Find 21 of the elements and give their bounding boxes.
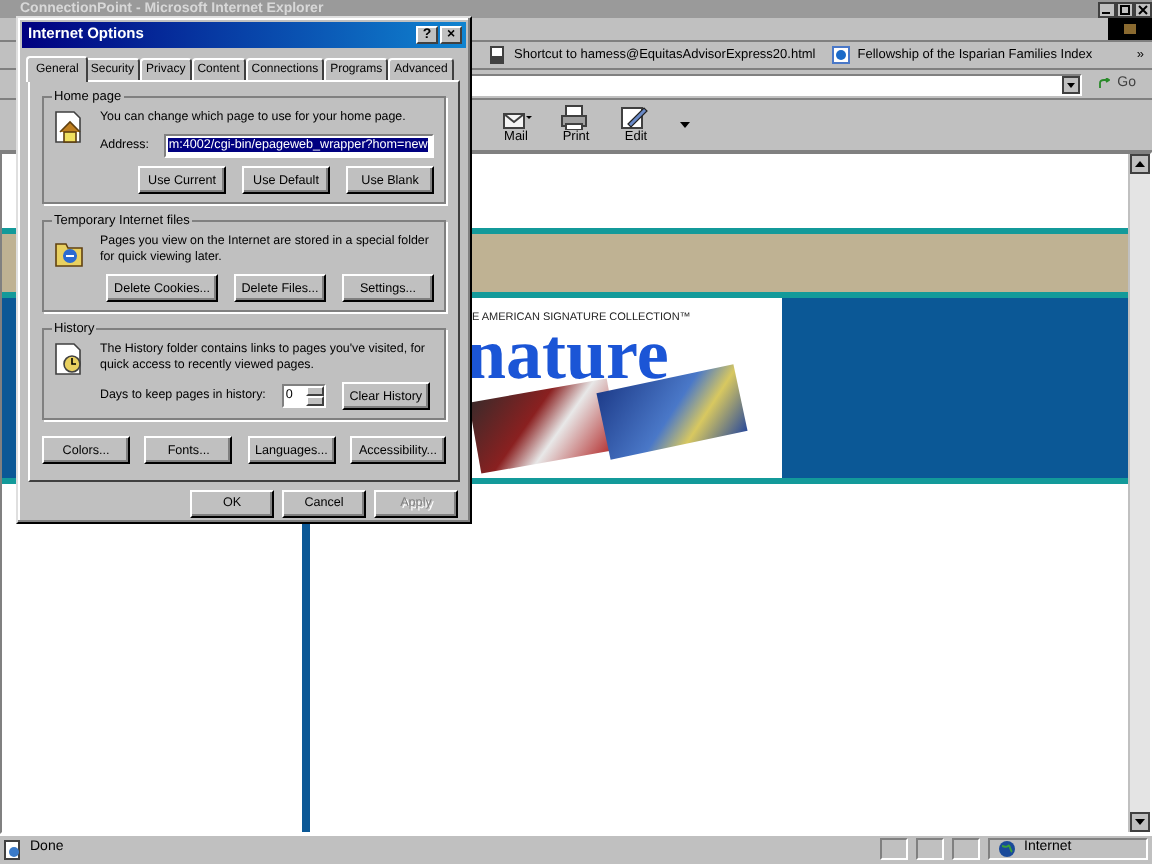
close-icon[interactable] <box>1134 1 1152 17</box>
scroll-up-icon[interactable] <box>1130 154 1150 174</box>
caret-icon[interactable] <box>680 122 690 128</box>
clock-page-icon <box>54 342 84 377</box>
scroll-down-icon[interactable] <box>1130 812 1150 832</box>
go-arrow-icon <box>1097 77 1110 90</box>
house-page-icon <box>54 110 84 145</box>
status-panel <box>952 838 980 860</box>
status-panel <box>916 838 944 860</box>
browser-logo-icon <box>1108 18 1152 40</box>
pencil-page-icon <box>620 104 652 131</box>
status-panel <box>880 838 908 860</box>
page-icon <box>4 839 22 859</box>
printer-icon <box>560 104 592 131</box>
page-icon <box>490 46 506 64</box>
globe-icon <box>998 840 1016 858</box>
minimize-icon[interactable] <box>1098 1 1116 17</box>
banner-title: nature <box>466 318 669 390</box>
browser-page-icon <box>831 46 850 64</box>
scrollbar[interactable] <box>1128 154 1150 832</box>
maximize-icon[interactable] <box>1116 1 1134 17</box>
